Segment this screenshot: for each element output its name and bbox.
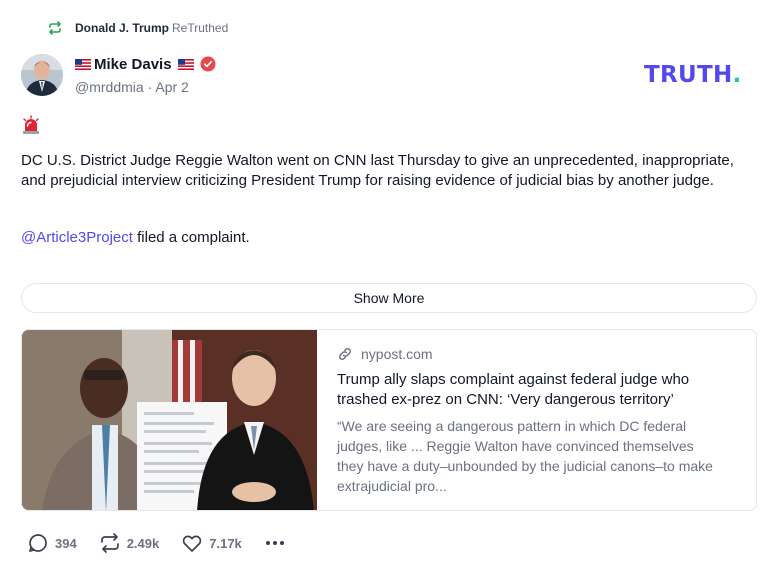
link-preview-image[interactable] [22, 330, 317, 510]
retruth-count: 2.49k [126, 535, 160, 551]
author-handle[interactable]: @mrddmia [75, 79, 144, 95]
retruth-header: Donald J. Trump ReTruthed [47, 19, 228, 37]
link-preview-card[interactable]: nypost.com Trump ally slaps complaint ag… [21, 329, 757, 511]
author-block: Mike Davis @mrddmia · Apr 2 [75, 55, 216, 95]
news-photo [22, 330, 317, 510]
author-meta: @mrddmia · Apr 2 [75, 79, 216, 95]
retruth-button[interactable]: 2.49k [99, 532, 160, 554]
avatar[interactable] [21, 54, 63, 96]
verified-badge-icon [200, 56, 216, 72]
post-actions: 394 2.49k 7.17k [27, 532, 286, 554]
truth-logo[interactable]: TRUTH. [644, 62, 742, 88]
post-text: filed a complaint. [132, 229, 250, 246]
post-date[interactable]: Apr 2 [155, 79, 188, 95]
mention-link[interactable]: @Article3Project [21, 229, 133, 246]
retruth-icon [100, 533, 119, 553]
heart-icon [182, 535, 202, 552]
siren-icon [23, 115, 39, 134]
truth-logo-dot: . [732, 62, 742, 88]
reply-button[interactable]: 394 [27, 532, 77, 554]
like-button[interactable]: 7.17k [181, 532, 242, 554]
retruth-icon [49, 21, 61, 35]
reply-icon [29, 534, 47, 552]
us-flag-icon [177, 58, 194, 70]
avatar-image [21, 54, 63, 96]
link-domain-row: nypost.com [337, 346, 756, 362]
link-icon [339, 348, 351, 360]
link-domain: nypost.com [361, 346, 433, 362]
retruth-action-label: ReTruthed [172, 21, 229, 35]
us-flag-icon [75, 58, 91, 70]
retruth-user[interactable]: Donald J. Trump [75, 21, 169, 35]
more-options-icon[interactable] [264, 532, 286, 554]
truth-logo-text: TRUTH [644, 62, 733, 88]
post-paragraph: @Article3Project filed a complaint. [21, 228, 761, 248]
show-more-button[interactable]: Show More [21, 283, 757, 313]
truncated-text-fade [21, 264, 761, 276]
post-paragraph: DC U.S. District Judge Reggie Walton wen… [21, 152, 734, 189]
like-count: 7.17k [209, 535, 242, 551]
meta-separator: · [147, 79, 153, 95]
link-title[interactable]: Trump ally slaps complaint against feder… [337, 370, 727, 410]
link-preview-body: nypost.com Trump ally slaps complaint ag… [317, 330, 756, 510]
author-name-row: Mike Davis [75, 55, 216, 73]
author-name[interactable]: Mike Davis [94, 56, 172, 73]
link-description: “We are seeing a dangerous pattern in wh… [337, 418, 713, 494]
reply-count: 394 [55, 535, 77, 551]
